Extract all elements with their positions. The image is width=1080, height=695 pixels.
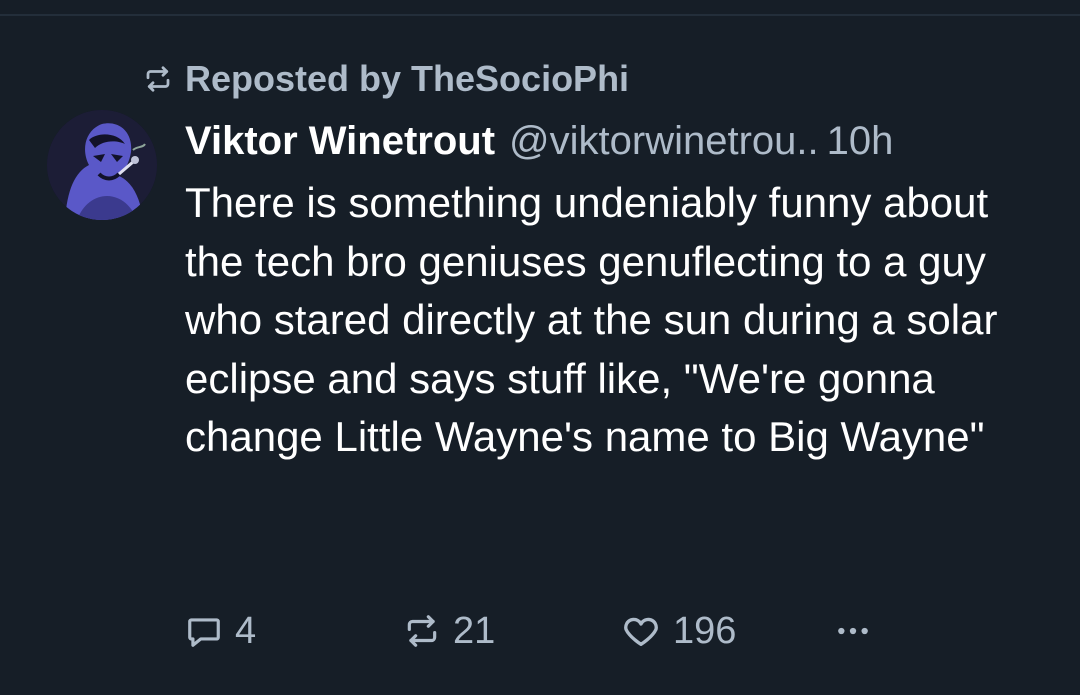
post-text: There is something undeniably funny abou…: [185, 179, 998, 460]
repost-icon: [143, 64, 173, 94]
more-icon: [833, 611, 873, 651]
reply-icon: [185, 612, 223, 650]
like-count: 196: [673, 609, 737, 652]
post-header: Viktor Winetrout @viktorwinetrou.. 10h: [185, 115, 893, 167]
repost-icon: [403, 612, 441, 650]
heart-icon: [621, 611, 661, 651]
post-time[interactable]: 10h: [827, 119, 894, 164]
repost-button[interactable]: 21: [403, 606, 495, 656]
reply-button[interactable]: 4: [185, 606, 256, 656]
display-name[interactable]: Viktor Winetrout: [185, 119, 495, 164]
repost-banner[interactable]: Reposted by TheSocioPhi: [143, 56, 629, 102]
top-divider: [0, 14, 1080, 16]
action-bar: 4 21 196: [185, 606, 905, 656]
like-button[interactable]: 196: [621, 606, 736, 656]
more-options-button[interactable]: [833, 606, 885, 656]
reply-count: 4: [235, 609, 257, 652]
repost-count: 21: [453, 609, 496, 652]
handle[interactable]: @viktorwinetrou..: [509, 119, 819, 164]
repost-banner-text: Reposted by TheSocioPhi: [185, 58, 630, 99]
avatar[interactable]: [47, 110, 157, 220]
